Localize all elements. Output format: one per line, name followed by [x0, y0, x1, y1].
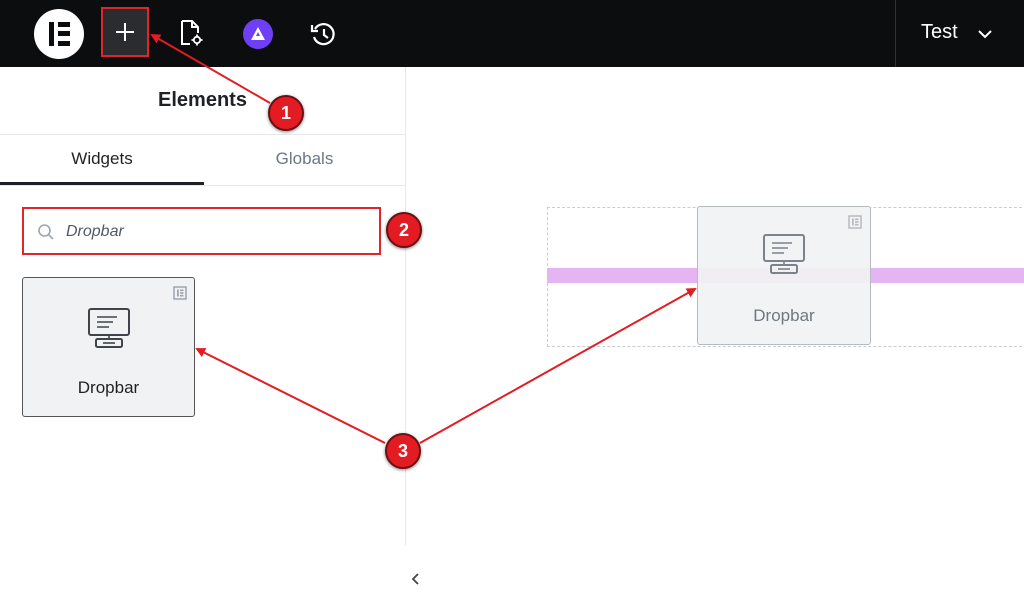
step-marker-1: 1	[268, 95, 304, 131]
history-icon[interactable]	[307, 18, 339, 50]
step-marker-3: 3	[385, 433, 421, 469]
chevron-down-icon[interactable]	[975, 24, 995, 44]
pro-badge-icon	[173, 286, 187, 300]
dragged-widget-label: Dropbar	[753, 306, 815, 325]
dragged-widget-dropbar[interactable]: Dropbar	[697, 206, 871, 345]
astra-icon[interactable]	[242, 18, 274, 50]
add-element-button[interactable]	[101, 7, 149, 57]
collapse-panel-button[interactable]	[405, 545, 427, 613]
site-name[interactable]: Test	[921, 21, 958, 44]
panel-title: Elements	[158, 89, 247, 111]
widget-card-label: Dropbar	[77, 378, 140, 397]
pro-badge-icon	[848, 215, 862, 229]
tabs-divider	[0, 185, 405, 186]
page-settings-icon[interactable]	[175, 17, 207, 49]
top-bar: Test	[0, 0, 1024, 67]
dropbar-widget-icon	[88, 308, 130, 348]
search-input[interactable]	[64, 209, 368, 255]
chevron-left-icon	[411, 573, 419, 585]
step-marker-2: 2	[386, 212, 422, 248]
elements-panel: Elements Widgets Globals Dropbar	[0, 67, 406, 613]
tab-widgets[interactable]: Widgets	[0, 149, 204, 169]
widget-card-dropbar[interactable]: Dropbar	[22, 277, 195, 417]
dropbar-widget-icon	[763, 234, 805, 274]
search-icon	[38, 224, 54, 240]
widget-search[interactable]	[22, 207, 381, 255]
plus-icon	[116, 23, 134, 41]
tab-globals[interactable]: Globals	[204, 149, 405, 169]
panel-divider	[0, 134, 405, 135]
elementor-logo-icon[interactable]	[34, 9, 84, 59]
top-bar-divider	[895, 0, 896, 67]
